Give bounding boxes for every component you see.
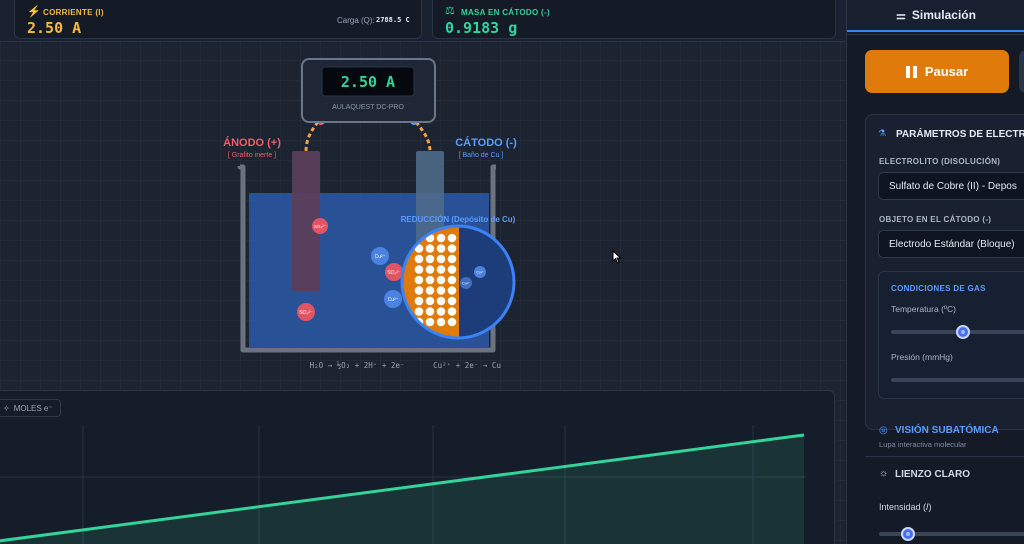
cathode-title: CÁTODO (-) bbox=[455, 136, 517, 149]
copper-atom bbox=[425, 265, 435, 274]
chart-card: ✧ MOLES e⁻ bbox=[0, 390, 835, 544]
tab-simulation-label: Simulación bbox=[911, 8, 976, 22]
meter-value: 2.50 A bbox=[341, 73, 395, 91]
ion-cu: Cu²⁺ bbox=[460, 277, 472, 289]
sun-icon: ☼ bbox=[879, 468, 889, 479]
copper-atom bbox=[447, 233, 457, 243]
pause-button[interactable]: Pausar bbox=[865, 50, 1009, 93]
copper-atom bbox=[414, 265, 424, 274]
gas-title: CONDICIONES DE GAS bbox=[891, 284, 986, 293]
gas-conditions-box: CONDICIONES DE GAS Temperatura (ºC) Pres… bbox=[878, 271, 1024, 399]
copper-atom bbox=[425, 307, 435, 316]
chart-tab-moles[interactable]: ✧ MOLES e⁻ bbox=[0, 399, 61, 417]
pressure-slider[interactable] bbox=[891, 378, 1024, 382]
copper-atom bbox=[436, 317, 446, 327]
light-title: LIENZO CLARO bbox=[895, 469, 970, 480]
anode-equation: H₂O → ½O₂ + 2H⁺ + 2e⁻ bbox=[310, 361, 405, 370]
copper-atom bbox=[447, 254, 457, 264]
svg-text:Cu²⁺: Cu²⁺ bbox=[388, 297, 399, 303]
copper-atom bbox=[414, 275, 424, 285]
sidebar: ⚌ Simulación Pausar ⚗ PARÁMETROS DE ELEC… bbox=[846, 0, 1024, 544]
copper-atom bbox=[436, 286, 446, 295]
chart-tab-label: MOLES e⁻ bbox=[13, 403, 53, 413]
copper-atom bbox=[447, 317, 457, 327]
ion-cu: Cu²⁺ bbox=[474, 266, 486, 278]
cathode-subtitle: [ Baño de Cu ] bbox=[459, 152, 504, 159]
svg-text:SO₄²⁻: SO₄²⁻ bbox=[387, 270, 401, 276]
sliders-icon: ⚌ bbox=[896, 9, 906, 22]
intensity-slider-thumb[interactable] bbox=[901, 527, 916, 541]
subatomic-toggle[interactable]: ◎ VISIÓN SUBATÓMICA Lupa interactiva mol… bbox=[877, 424, 1024, 454]
electrolyte-label: ELECTROLITO (DISOLUCIÓN) bbox=[879, 157, 1001, 166]
copper-atom bbox=[436, 265, 446, 274]
ion-so4: SO₄²⁻ bbox=[385, 263, 403, 281]
ion-cu: Cu²⁺ bbox=[384, 290, 402, 308]
pressure-label: Presión (mmHg) bbox=[891, 352, 953, 362]
svg-text:SO₄²⁻: SO₄²⁻ bbox=[314, 224, 327, 229]
copper-atom bbox=[414, 296, 424, 306]
copper-atom bbox=[414, 254, 424, 264]
target-icon: ◎ bbox=[879, 425, 888, 436]
anode-subtitle: [ Grafito inerte ] bbox=[228, 152, 276, 159]
copper-atom bbox=[425, 254, 435, 264]
zoom-label: REDUCCIÓN (Depósito de Cu) bbox=[401, 215, 516, 224]
temperature-label: Temperatura (ºC) bbox=[891, 304, 956, 314]
copper-atom bbox=[414, 307, 424, 316]
electrolyte-select[interactable]: Sulfato de Cobre (II) - Depos bbox=[878, 172, 1024, 200]
copper-atom bbox=[436, 275, 446, 285]
temperature-slider-thumb[interactable] bbox=[956, 325, 970, 339]
anode-title: ÁNODO (+) bbox=[223, 136, 281, 149]
pause-icon bbox=[905, 65, 917, 78]
copper-atom bbox=[447, 265, 457, 274]
copper-atom bbox=[436, 254, 446, 264]
copper-atom bbox=[425, 275, 435, 285]
tab-simulation[interactable]: ⚌ Simulación bbox=[847, 0, 1024, 32]
copper-atom bbox=[436, 296, 446, 306]
copper-atom bbox=[447, 286, 457, 295]
cathode-wire bbox=[414, 121, 432, 153]
copper-atom bbox=[425, 296, 435, 306]
reset-button[interactable] bbox=[1019, 50, 1024, 93]
copper-atom bbox=[414, 286, 424, 295]
pause-label: Pausar bbox=[924, 64, 969, 79]
svg-text:SO₄²⁻: SO₄²⁻ bbox=[299, 310, 313, 316]
copper-atom bbox=[447, 296, 457, 306]
anode-wire bbox=[304, 121, 320, 153]
mouse-cursor-icon bbox=[612, 250, 622, 264]
subatomic-subtitle: Lupa interactiva molecular bbox=[879, 440, 967, 449]
copper-atom bbox=[436, 233, 446, 243]
parameters-panel: ⚗ PARÁMETROS DE ELECTRO ELECTROLITO (DIS… bbox=[865, 114, 1024, 430]
svg-text:Cu²⁺: Cu²⁺ bbox=[375, 254, 386, 260]
power-supply[interactable]: 2.50 A AULAQUEST DC-PRO bbox=[301, 58, 436, 123]
copper-atom bbox=[447, 275, 457, 285]
flask-icon: ⚗ bbox=[878, 128, 887, 138]
ion-so4: SO₄²⁻ bbox=[297, 303, 315, 321]
copper-atom bbox=[447, 244, 457, 253]
cathode-object-select[interactable]: Electrodo Estándar (Bloque) bbox=[878, 230, 1024, 258]
copper-atom bbox=[425, 244, 435, 253]
copper-atom bbox=[436, 307, 446, 316]
copper-atom bbox=[425, 286, 435, 295]
svg-text:Cu²⁺: Cu²⁺ bbox=[476, 271, 484, 275]
moles-chart bbox=[0, 425, 806, 544]
light-canvas-toggle[interactable]: ☼ LIENZO CLARO bbox=[877, 468, 1024, 484]
ion-cu: Cu²⁺ bbox=[371, 247, 389, 265]
intensity-label: Intensidad (𝐼) bbox=[879, 502, 932, 512]
copper-atom bbox=[447, 307, 457, 316]
copper-atom bbox=[425, 317, 435, 327]
electrolysis-apparatus: 2.50 A AULAQUEST DC-PRO ÁNODO (+) [ Graf… bbox=[223, 58, 517, 370]
cathode-equation: Cu²⁺ + 2e⁻ → Cu bbox=[433, 361, 501, 370]
cathode-object-label: OBJETO EN EL CÁTODO (-) bbox=[879, 215, 992, 224]
params-title: PARÁMETROS DE ELECTRO bbox=[896, 129, 1024, 140]
subatomic-title: VISIÓN SUBATÓMICA bbox=[895, 425, 999, 436]
ion-so4: SO₄²⁻ bbox=[312, 218, 328, 234]
simulation-area: ⚡ CORRIENTE (I) 2.50 A Carga (Q): 2788.5… bbox=[0, 0, 846, 544]
meter-brand: AULAQUEST DC-PRO bbox=[332, 104, 404, 111]
copper-atom bbox=[436, 244, 446, 253]
svg-text:Cu²⁺: Cu²⁺ bbox=[462, 282, 470, 286]
atom-icon: ✧ bbox=[3, 403, 10, 413]
